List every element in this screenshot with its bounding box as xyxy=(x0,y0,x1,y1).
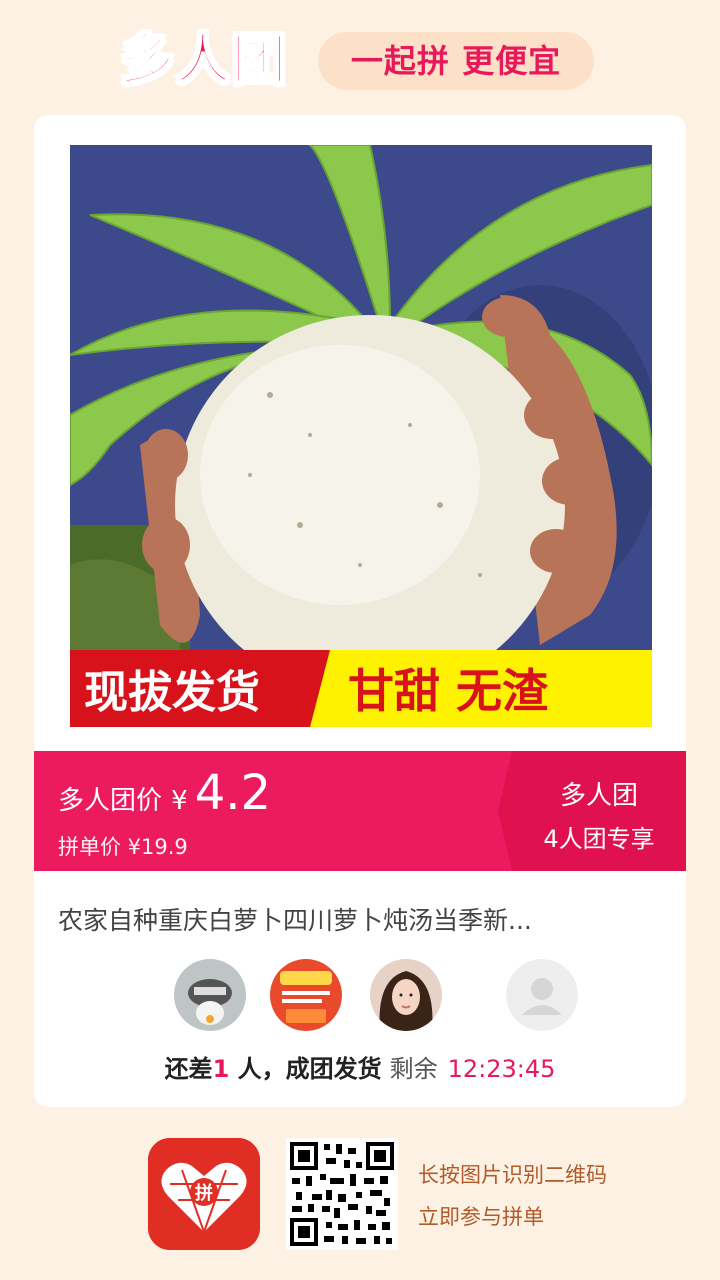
duorentuan-logo: 多人团 xyxy=(119,27,288,92)
empty-avatar-placeholder xyxy=(506,959,578,1031)
footer-instructions: 长按图片识别二维码 立即参与拼单 xyxy=(418,1154,607,1238)
banner-left-text: 现拔发货 xyxy=(84,667,260,718)
currency-symbol: ¥ xyxy=(171,786,188,816)
product-image[interactable]: 现拔发货 甘甜 无渣 xyxy=(70,145,652,727)
status-suffix: 人，成团发货 xyxy=(229,1055,382,1083)
group-price-value: 4.2 xyxy=(194,765,272,821)
banner-right-text: 甘甜 无渣 xyxy=(348,664,549,718)
avatar xyxy=(270,959,342,1031)
pinduoduo-app-icon: 拼 xyxy=(148,1138,260,1250)
avatar xyxy=(370,959,442,1031)
app-icon-text: 拼 xyxy=(195,1182,213,1204)
remaining-label: 剩余 xyxy=(389,1055,438,1083)
group-type-badge: 多人团 4人团专享 xyxy=(498,751,686,871)
radish-photo: 现拔发货 甘甜 无渣 xyxy=(70,145,652,727)
group-size-label: 4人团专享 xyxy=(543,825,655,853)
qr-code[interactable] xyxy=(286,1138,398,1250)
price-bar: 多人团价 ¥ 4.2 拼单价 ¥19.9 多人团 4人团专享 xyxy=(34,751,686,871)
group-tag: 多人团 xyxy=(559,781,638,811)
original-price: 拼单价 ¥19.9 xyxy=(58,835,188,859)
product-card[interactable]: 现拔发货 甘甜 无渣 多人团价 ¥ 4.2 拼单价 ¥19.9 多人团 4人团专… xyxy=(34,115,686,1107)
group-price-label: 多人团价 xyxy=(58,786,163,816)
join-instruction: 立即参与拼单 xyxy=(418,1205,544,1229)
status-prefix: 还差 xyxy=(164,1055,213,1083)
slogan-badge: 一起拼 更便宜 xyxy=(318,32,594,90)
countdown-timer: 12:23:45 xyxy=(447,1055,556,1083)
group-price: 多人团价 ¥ 4.2 xyxy=(58,765,271,821)
product-title[interactable]: 农家自种重庆白萝卜四川萝卜炖汤当季新... xyxy=(58,901,662,937)
avatar xyxy=(174,959,246,1031)
header: 多人团 一起拼 更便宜 xyxy=(0,0,720,115)
group-status: 还差1 人，成团发货 剩余 12:23:45 xyxy=(34,1049,686,1084)
remaining-count: 1 xyxy=(212,1055,230,1083)
scan-instruction: 长按图片识别二维码 xyxy=(418,1163,607,1187)
